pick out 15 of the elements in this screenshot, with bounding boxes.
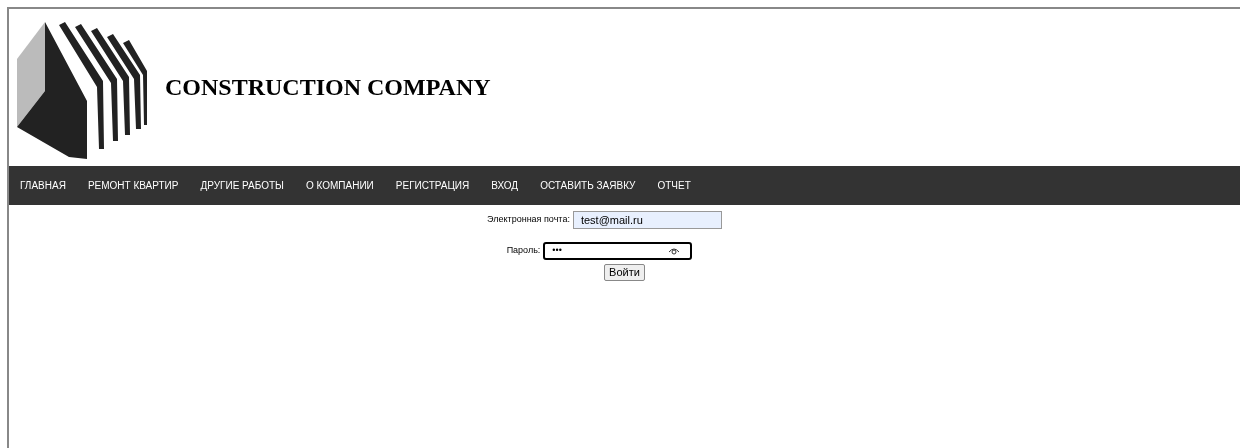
field-label: Электронная почта: <box>487 213 570 227</box>
nav-link[interactable]: ОСТАВИТЬ ЗАЯВКУ <box>540 178 636 193</box>
field-label: Пароль: <box>506 244 541 258</box>
nav-link[interactable]: ОТЧЕТ <box>657 178 691 193</box>
nav-link[interactable]: ДРУГИЕ РАБОТЫ <box>200 178 284 193</box>
nav-link[interactable]: ГЛАВНАЯ <box>20 178 66 193</box>
password-field[interactable]: ••• <box>543 242 693 260</box>
eye-icon[interactable] <box>668 247 681 255</box>
login-button[interactable]: Войти <box>604 264 645 281</box>
nav-link[interactable]: О КОМПАНИИ <box>305 178 374 193</box>
nav-link[interactable]: РЕГИСТРАЦИЯ <box>395 178 470 193</box>
company-title: CONSTRUCTION COMPANY <box>165 72 491 102</box>
nav-link[interactable]: РЕМОНТ КВАРТИР <box>87 178 179 193</box>
email-field[interactable]: test@mail.ru <box>572 211 722 229</box>
nav-link[interactable]: ВХОД <box>491 178 519 193</box>
